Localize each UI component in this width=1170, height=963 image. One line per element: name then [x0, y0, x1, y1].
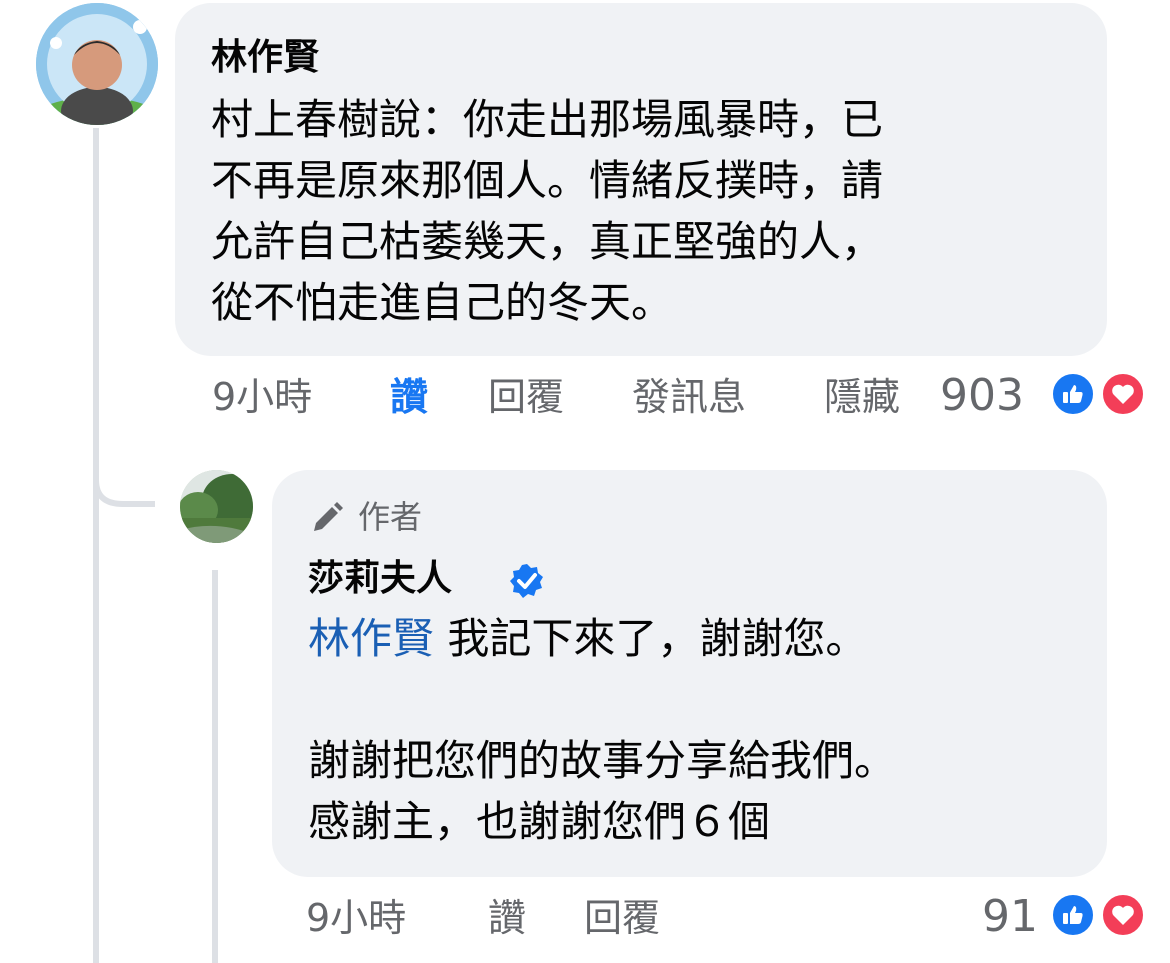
author-avatar[interactable]: [180, 470, 253, 543]
thread-line-reply: [212, 570, 218, 963]
verified-badge-icon: [510, 564, 543, 598]
reply-text: 林作賢 我記下來了，謝謝您。 謝謝把您們的故事分享給我們。 感謝主，也謝謝您們６…: [308, 608, 896, 852]
reply-bubble: 作者 莎莉夫人 林作賢 我記下來了，謝謝您。 謝謝把您們的故事分享給我們。 感謝…: [272, 470, 1107, 877]
reply-text-segment: 我記下來了，謝謝您。: [434, 614, 868, 663]
comment-timestamp[interactable]: 9小時: [212, 371, 312, 423]
love-reaction-icon: [1100, 892, 1146, 938]
reply-like-button[interactable]: 讚: [488, 892, 526, 944]
reaction-count[interactable]: 903: [940, 370, 1024, 422]
reply-text-line: 林作賢 我記下來了，謝謝您。: [308, 608, 896, 669]
reply-text-line: 謝謝把您們的故事分享給我們。: [308, 736, 897, 785]
comment-author-name[interactable]: 林作賢: [211, 37, 319, 79]
reply-actions: 9小時 讚 回覆: [306, 892, 726, 944]
comment-actions: 9小時 讚 回覆 發訊息 隱藏: [212, 371, 932, 423]
author-badge-label: 作者: [358, 498, 423, 536]
thread-connector-curve: [93, 440, 155, 507]
love-reaction-icon: [1100, 371, 1146, 417]
comment-text-line: 允許自己枯萎幾天，真正堅強的人，: [211, 217, 884, 266]
reply-reply-button[interactable]: 回覆: [584, 892, 660, 944]
like-button[interactable]: 讚: [390, 371, 428, 423]
message-button[interactable]: 發訊息: [632, 371, 746, 423]
comment-bubble: 林作賢 村上春樹說：你走出那場風暴時，已 不再是原來那個人。情緒反撲時，請 允許…: [175, 3, 1107, 356]
comment-text: 村上春樹說：你走出那場風暴時，已 不再是原來那個人。情緒反撲時，請 允許自己枯萎…: [211, 89, 883, 333]
thread-line-main: [93, 128, 99, 963]
reply-reaction-count[interactable]: 91: [982, 891, 1038, 943]
comment-text-line: 從不怕走進自己的冬天。: [211, 278, 674, 327]
hide-button[interactable]: 隱藏: [824, 371, 900, 423]
pen-icon: [314, 502, 343, 531]
comment-text-line: 不再是原來那個人。情緒反撲時，請: [211, 156, 884, 205]
reply-button[interactable]: 回覆: [488, 371, 564, 423]
like-reaction-icon: [1050, 371, 1096, 417]
commenter-avatar[interactable]: [36, 3, 158, 125]
reply-timestamp[interactable]: 9小時: [306, 892, 406, 944]
mention-link[interactable]: 林作賢: [308, 614, 434, 663]
like-reaction-icon: [1050, 892, 1096, 938]
reply-author-name[interactable]: 莎莉夫人: [308, 558, 452, 600]
comment-text-line: 村上春樹說：你走出那場風暴時，已: [211, 95, 884, 144]
reply-text-line: 感謝主，也謝謝您們６個: [308, 797, 771, 846]
